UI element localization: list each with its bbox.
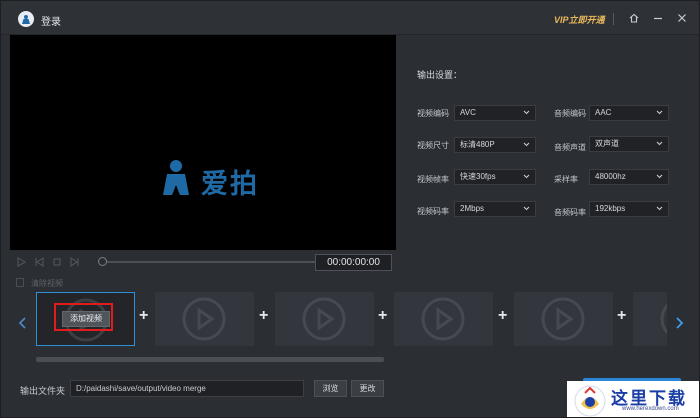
output-settings-panel: 输出设置： 视频编码 AVC 音频编码 AAC 视频尺寸 标清480P 音频声道… [397, 35, 699, 274]
audio-codec-select[interactable]: AAC [589, 105, 669, 121]
video-bitrate-label: 视频码率 [417, 207, 449, 216]
add-slot-plus[interactable]: + [498, 307, 507, 325]
audio-codec-value: AAC [595, 108, 612, 117]
sample-rate-select[interactable]: 48000hz [589, 169, 669, 185]
output-folder-label: 输出文件夹 [20, 386, 66, 396]
seek-handle[interactable] [98, 257, 107, 266]
video-fps-select[interactable]: 快速30fps [454, 169, 536, 185]
play-placeholder-icon [660, 303, 667, 335]
watermark-url: www.herexdown.com [622, 406, 679, 412]
video-slot-6[interactable] [633, 292, 667, 346]
audio-channel-value: 双声道 [595, 139, 619, 148]
vip-activate-link[interactable]: VIP立即开通 [554, 13, 605, 26]
brand-text: 爱拍 [201, 169, 259, 200]
video-slot-5[interactable] [514, 292, 613, 346]
scroll-right-icon[interactable] [674, 316, 684, 330]
output-settings-title: 输出设置： [417, 70, 463, 80]
play-placeholder-icon [541, 297, 585, 341]
play-placeholder-icon [302, 297, 346, 341]
audio-bitrate-value: 192kbps [595, 204, 626, 213]
add-slot-plus[interactable]: + [139, 307, 148, 325]
chevron-down-icon [523, 110, 530, 115]
change-button[interactable]: 更改 [351, 380, 384, 397]
output-path-field[interactable]: D:/paidashi/save/output/video merge [70, 380, 304, 397]
chevron-down-icon [523, 142, 530, 147]
watermark-logo-icon [574, 385, 606, 417]
video-size-value: 标清480P [460, 140, 495, 149]
minimize-icon[interactable] [652, 12, 664, 24]
audio-bitrate-select[interactable]: 192kbps [589, 201, 669, 217]
seek-bar[interactable] [102, 261, 315, 263]
login-link[interactable]: 登录 [41, 13, 61, 28]
video-fps-label: 视频帧率 [417, 175, 449, 184]
prev-frame-icon[interactable] [34, 257, 44, 267]
close-icon[interactable] [676, 12, 688, 24]
chevron-down-icon [656, 206, 663, 211]
add-slot-plus[interactable]: + [378, 307, 387, 325]
video-size-label: 视频尺寸 [417, 141, 449, 150]
title-bar: 登录 VIP立即开通 [1, 1, 699, 35]
audio-bitrate-label: 音频码率 [554, 208, 586, 217]
home-icon[interactable] [628, 12, 640, 24]
play-placeholder-icon [421, 297, 465, 341]
video-slot-2[interactable] [155, 292, 254, 346]
add-video-button[interactable]: 添加视频 [62, 311, 110, 327]
add-slot-plus[interactable]: + [259, 307, 268, 325]
scroll-left-icon[interactable] [18, 316, 28, 330]
audio-channel-select[interactable]: 双声道 [589, 136, 669, 152]
clear-videos-row[interactable]: 清除视频 [10, 276, 690, 290]
video-codec-label: 视频编码 [417, 109, 449, 118]
clear-videos-label: 清除视频 [31, 279, 63, 288]
video-slot-4[interactable] [394, 292, 493, 346]
chevron-down-icon [523, 206, 530, 211]
chevron-down-icon [523, 174, 530, 179]
add-slot-plus[interactable]: + [617, 307, 626, 325]
time-display: 00:00:00:00 [315, 254, 392, 271]
trash-icon [16, 278, 24, 287]
video-size-select[interactable]: 标清480P [454, 137, 536, 153]
brand-mark-icon [163, 160, 189, 195]
site-watermark: 这里下载 www.herexdown.com [567, 381, 699, 417]
audio-codec-label: 音频编码 [554, 109, 586, 118]
sample-rate-label: 采样率 [554, 175, 578, 184]
audio-channel-label: 音频声道 [554, 143, 586, 152]
play-placeholder-icon [182, 297, 226, 341]
video-codec-value: AVC [460, 108, 476, 117]
video-preview: 爱拍 [10, 35, 396, 250]
video-slot-3[interactable] [275, 292, 374, 346]
chevron-down-icon [656, 141, 663, 146]
browse-button[interactable]: 浏览 [314, 380, 347, 397]
chevron-down-icon [656, 110, 663, 115]
titlebar-divider [613, 13, 614, 25]
next-frame-icon[interactable] [70, 257, 80, 267]
app-logo-icon [18, 11, 34, 27]
video-bitrate-value: 2Mbps [460, 204, 485, 213]
video-bitrate-select[interactable]: 2Mbps [454, 201, 536, 217]
chevron-down-icon [656, 174, 663, 179]
play-icon[interactable] [16, 257, 27, 267]
stop-icon[interactable] [52, 257, 62, 267]
video-fps-value: 快速30fps [460, 172, 496, 181]
app-window: 登录 VIP立即开通 爱拍 00:00:00:00 输出设置： 视频编码 AVC… [0, 0, 700, 418]
sample-rate-value: 48000hz [595, 172, 626, 181]
timeline-scrollbar[interactable] [36, 357, 384, 362]
video-codec-select[interactable]: AVC [454, 105, 536, 121]
